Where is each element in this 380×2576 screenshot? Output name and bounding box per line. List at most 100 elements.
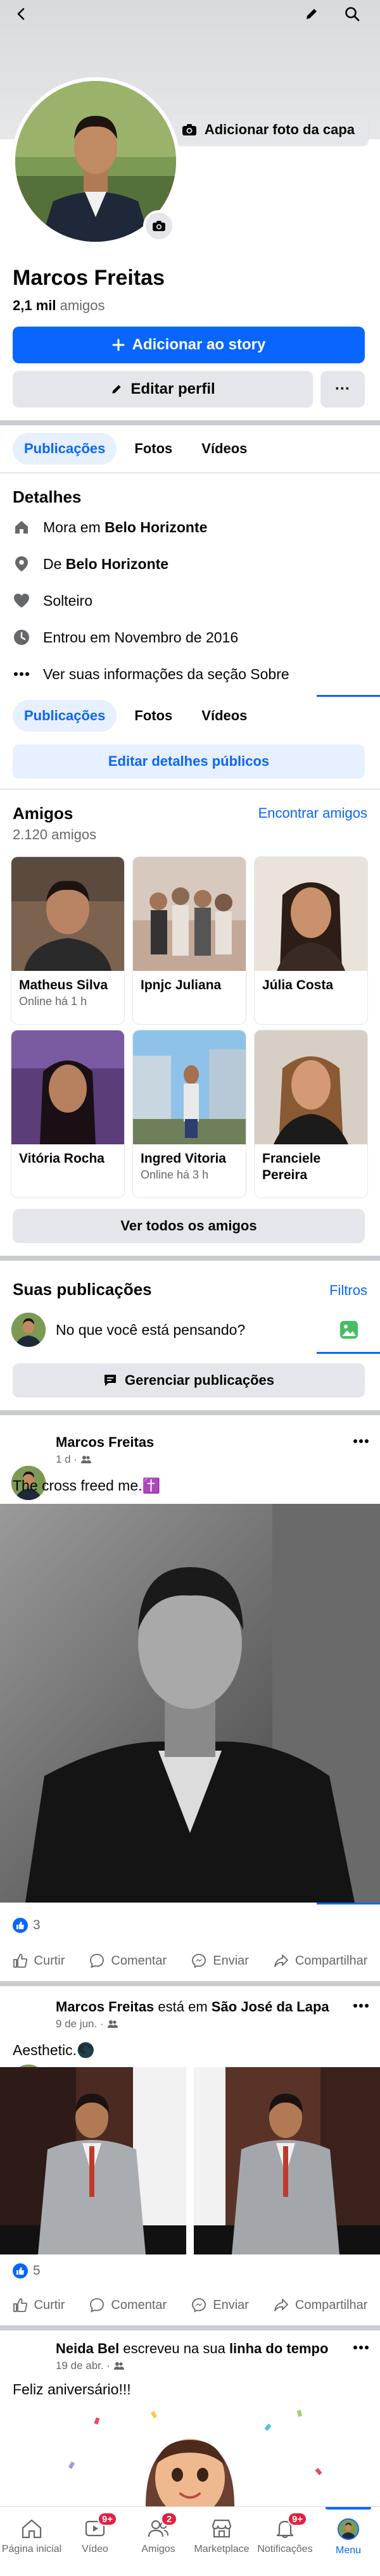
scroll-indicator — [317, 1352, 380, 1354]
heart-icon — [13, 592, 30, 610]
change-profile-picture-button[interactable] — [143, 210, 175, 242]
friends-title: Amigos — [13, 804, 73, 823]
composer-avatar[interactable] — [11, 1313, 46, 1347]
tab-videos-secondary[interactable]: Vídeos — [190, 700, 258, 732]
friend-card[interactable]: Ingred Vitoria Online há 3 h — [133, 1030, 246, 1197]
see-about-info-text: Ver suas informações da seção Sobre — [43, 665, 289, 682]
friend-status — [11, 1167, 124, 1168]
post-meta: 19 de abr. · — [56, 2360, 125, 2372]
tab-posts-secondary[interactable]: Publicações — [13, 700, 117, 732]
post-time: 9 de jun. · — [56, 2018, 104, 2030]
friend-photo — [11, 857, 124, 971]
marketplace-icon — [211, 2518, 232, 2539]
post-reactions[interactable]: 3 — [13, 1918, 41, 1933]
post-meta: 1 d · — [56, 1453, 92, 1466]
section-divider-thin — [0, 789, 380, 790]
nav-home[interactable]: Página inicial — [0, 2507, 63, 2576]
post-author-name[interactable]: Marcos Freitas — [56, 1434, 154, 1451]
share-button[interactable]: Compartilhar — [274, 1953, 367, 1968]
nav-menu[interactable]: Menu — [317, 2507, 380, 2576]
post-connector: está em — [154, 1999, 212, 2015]
friend-card[interactable]: Franciele Pereira — [255, 1030, 367, 1197]
comment-button[interactable]: Comentar — [89, 2298, 167, 2313]
nav-friends[interactable]: 2 Amigos — [127, 2507, 190, 2576]
share-icon — [274, 2298, 289, 2313]
share-button[interactable]: Compartilhar — [274, 2298, 367, 2313]
more-dots-icon — [13, 665, 30, 683]
tab-posts[interactable]: Publicações — [13, 433, 117, 465]
edit-public-details-button[interactable]: Editar detalhes públicos — [13, 744, 365, 778]
detail-lives-in: Mora em Belo Horizonte — [13, 511, 207, 543]
post-options-icon[interactable] — [348, 1996, 374, 2015]
plus-icon — [112, 339, 125, 351]
post-photo[interactable] — [0, 2405, 380, 2506]
camera-icon — [182, 123, 197, 136]
friends-count-line[interactable]: 2,1 mil amigos — [13, 297, 105, 314]
friend-name: Ipnjc Juliana — [141, 978, 222, 992]
post-options-icon[interactable] — [348, 1432, 374, 1451]
filters-link[interactable]: Filtros — [329, 1282, 367, 1299]
photo-icon[interactable] — [339, 1320, 360, 1339]
nav-notifications[interactable]: 9+ Notificações — [253, 2507, 317, 2576]
tab-videos[interactable]: Vídeos — [190, 433, 258, 465]
nav-friends-badge: 2 — [161, 2512, 177, 2526]
post-options-icon[interactable] — [348, 2338, 374, 2357]
send-button[interactable]: Enviar — [191, 2298, 249, 2313]
friend-card[interactable]: Ipnjc Juliana — [133, 857, 246, 1024]
friends-count: 2.120 amigos — [13, 827, 97, 842]
search-icon[interactable] — [338, 0, 366, 28]
see-about-info-link[interactable]: Ver suas informações da seção Sobre — [13, 658, 289, 690]
friends-audience-icon — [81, 1455, 92, 1464]
location-pin-icon — [13, 555, 30, 573]
add-to-story-button[interactable]: Adicionar ao story — [13, 327, 365, 363]
friend-status — [255, 1184, 367, 1185]
edit-profile-label: Editar perfil — [130, 380, 215, 397]
share-label: Compartilhar — [294, 1953, 368, 1968]
edit-profile-button[interactable]: Editar perfil — [13, 371, 313, 408]
post-photo[interactable] — [0, 1504, 380, 1903]
more-options-label: ··· — [335, 380, 350, 397]
reaction-count: 5 — [33, 2263, 41, 2278]
like-button[interactable]: Curtir — [13, 2298, 65, 2313]
like-label: Curtir — [34, 1953, 65, 1968]
see-all-friends-button[interactable]: Ver todos os amigos — [13, 1209, 365, 1243]
find-friends-link[interactable]: Encontrar amigos — [258, 805, 367, 822]
comment-button[interactable]: Comentar — [89, 1953, 167, 1968]
thumbs-up-icon — [13, 2298, 28, 2313]
post-header-line[interactable]: Neida Bel escreveu na sua linha do tempo — [56, 2341, 334, 2357]
edit-pencil-icon[interactable] — [298, 0, 326, 28]
section-divider — [0, 420, 380, 425]
nav-marketplace[interactable]: Marketplace — [190, 2507, 253, 2576]
post-author-name: Neida Bel — [56, 2341, 120, 2356]
post-photo[interactable] — [194, 2067, 380, 2254]
manage-posts-button[interactable]: Gerenciar publicações — [13, 1363, 365, 1397]
friend-status — [255, 994, 367, 995]
friend-name: Franciele Pereira — [262, 1151, 321, 1182]
friend-photo — [255, 1030, 367, 1144]
post-reactions[interactable]: 5 — [13, 2263, 41, 2279]
post-header-line[interactable]: Marcos Freitas está em São José da Lapa — [56, 1999, 334, 2015]
post-text: The cross freed me.✝️ — [13, 1477, 161, 1494]
friends-audience-icon — [107, 2020, 118, 2029]
tab-photos[interactable]: Fotos — [123, 433, 184, 465]
post-photo[interactable] — [0, 2067, 186, 2254]
post-time: 19 de abr. · — [56, 2360, 111, 2372]
like-reaction-icon — [13, 2263, 28, 2279]
friend-card[interactable]: Matheus Silva Online há 1 h — [11, 857, 124, 1024]
post-author-name: Marcos Freitas — [56, 1999, 155, 2015]
post-text: Feliz aniversário!!! — [13, 2381, 131, 2398]
send-button[interactable]: Enviar — [191, 1953, 249, 1968]
nav-video-label: Vídeo — [82, 2544, 108, 2554]
back-icon[interactable] — [8, 0, 35, 28]
composer-input[interactable]: No que você está pensando? — [56, 1322, 245, 1339]
add-cover-photo-button[interactable]: Adicionar foto da capa — [170, 114, 369, 146]
more-options-button[interactable]: ··· — [320, 371, 365, 408]
like-button[interactable]: Curtir — [13, 1953, 65, 1968]
detail-lives-in-city: Belo Horizonte — [104, 518, 208, 535]
friend-card[interactable]: Vitória Rocha — [11, 1030, 124, 1197]
friend-card[interactable]: Júlia Costa — [255, 857, 367, 1024]
tab-photos-secondary[interactable]: Fotos — [123, 700, 184, 732]
friend-status: Online há 3 h — [141, 1168, 209, 1181]
nav-menu-label: Menu — [335, 2545, 362, 2556]
nav-video[interactable]: 9+ Vídeo — [63, 2507, 127, 2576]
